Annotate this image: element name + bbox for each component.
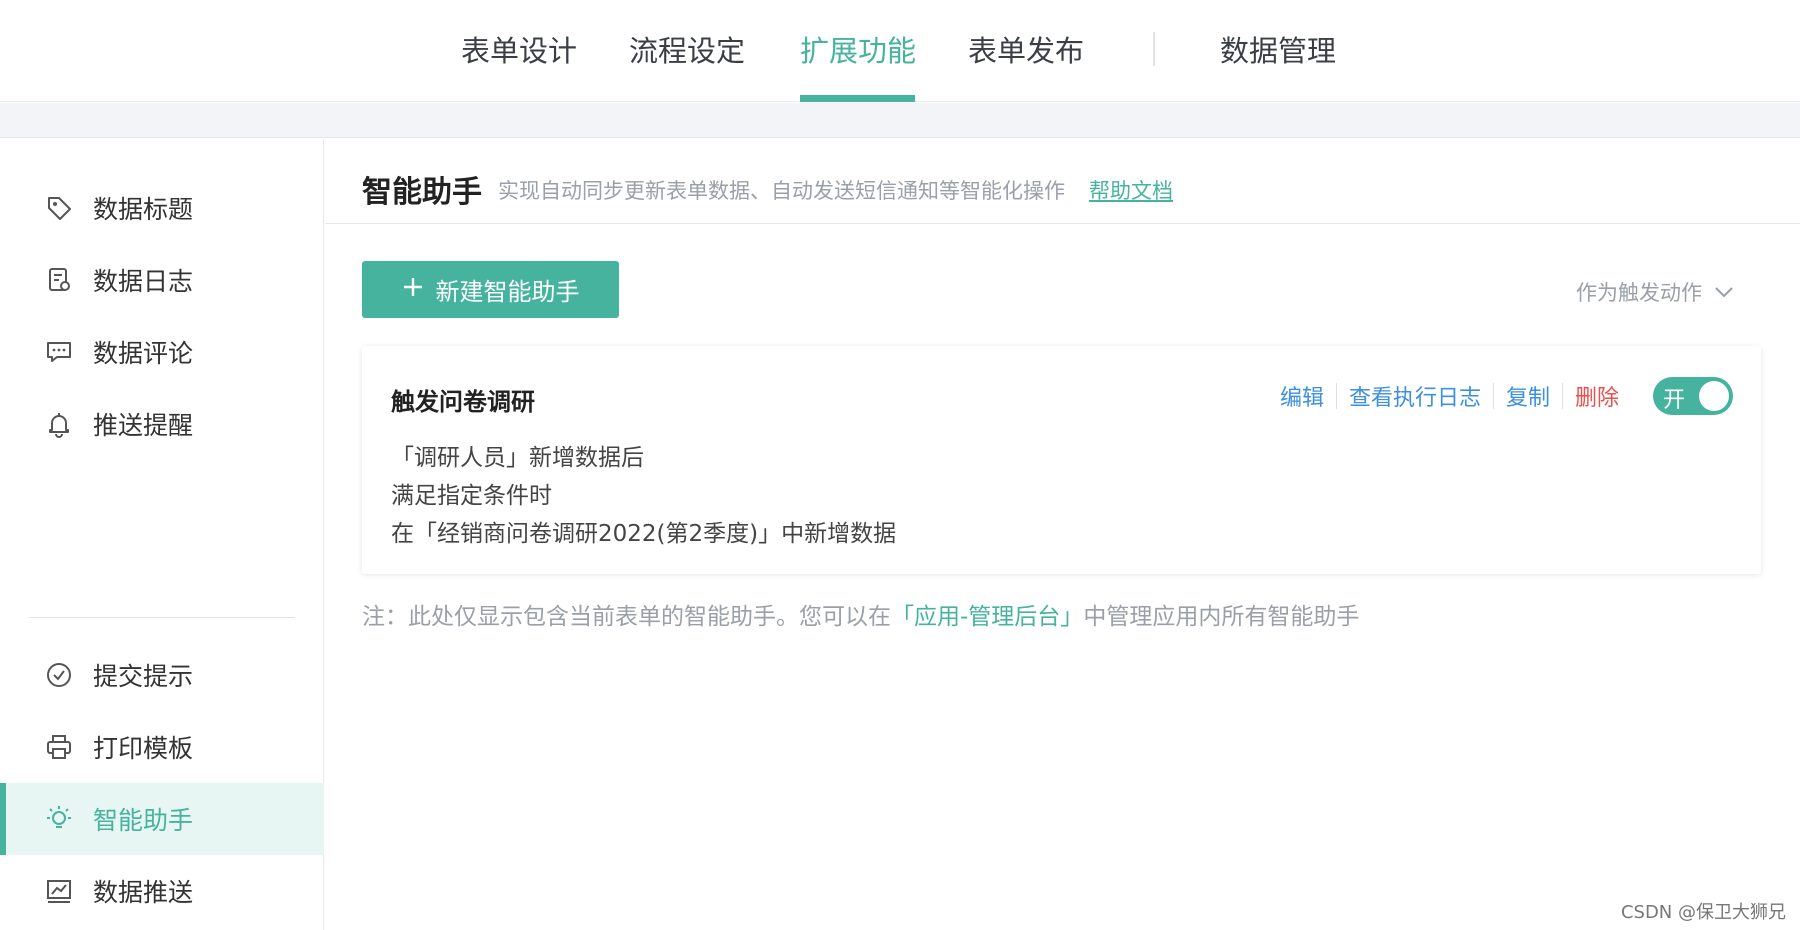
bell-icon [44,409,74,439]
sidebar: 数据标题 数据日志 数据评论 推送提醒 提交提示 打印模板 智能助手 数据推送 [0,139,324,930]
footnote: 注：此处仅显示包含当前表单的智能助手。您可以在「应用-管理后台」中管理应用内所有… [362,597,1359,631]
new-smart-assistant-button[interactable]: 新建智能助手 [362,261,619,318]
delete-button[interactable]: 删除 [1563,380,1631,412]
log-icon [44,265,74,295]
trigger-filter-label: 作为触发动作 [1576,281,1702,305]
header-spacer [0,103,1800,138]
note-suffix: 中管理应用内所有智能助手 [1083,604,1360,630]
sidebar-item-label: 数据评论 [93,339,194,368]
tab-form-publish[interactable]: 表单发布 [968,28,1084,70]
assistant-action-line: 在「经销商问卷调研2022(第2季度)」中新增数据 [391,521,897,547]
plus-icon [402,276,424,304]
watermark: CSDN @保卫大狮兄 [1620,902,1786,923]
assistant-title: 触发问卷调研 [391,388,535,416]
sidebar-item-label: 打印模板 [93,734,194,763]
sidebar-item-smart-assistant[interactable]: 智能助手 [0,783,324,855]
enable-toggle[interactable]: 开 [1653,377,1733,415]
tab-extensions[interactable]: 扩展功能 [800,28,916,70]
card-actions: 编辑 查看执行日志 复制 删除 [1268,380,1631,412]
sidebar-item-label: 数据标题 [93,195,194,224]
active-tab-indicator [800,95,915,102]
tab-data-management[interactable]: 数据管理 [1220,28,1336,70]
assistant-trigger-line: 「调研人员」新增数据后 [391,445,644,471]
tag-icon [44,193,74,223]
tab-form-design[interactable]: 表单设计 [461,28,577,70]
sidebar-item-label: 数据日志 [93,267,194,296]
comment-icon [44,337,74,367]
sidebar-item-data-comment[interactable]: 数据评论 [0,316,324,388]
sidebar-item-label: 提交提示 [93,662,194,691]
view-log-button[interactable]: 查看执行日志 [1337,380,1493,412]
assistant-card: 触发问卷调研 「调研人员」新增数据后 满足指定条件时 在「经销商问卷调研2022… [362,346,1761,574]
printer-icon [44,732,74,762]
sidebar-item-label: 推送提醒 [93,411,194,440]
check-circle-icon [44,660,74,690]
page-description: 实现自动同步更新表单数据、自动发送短信通知等智能化操作 [498,179,1065,203]
sidebar-item-data-push[interactable]: 数据推送 [0,855,324,927]
lightbulb-icon [44,804,74,834]
page-title: 智能助手 [362,175,482,210]
sidebar-divider [29,617,295,618]
sidebar-item-submit-hint[interactable]: 提交提示 [0,639,324,711]
tab-process-settings[interactable]: 流程设定 [629,28,745,70]
sidebar-item-label: 智能助手 [93,806,194,835]
copy-button[interactable]: 复制 [1494,380,1562,412]
help-doc-link[interactable]: 帮助文档 [1089,175,1173,205]
note-prefix: 注：此处仅显示包含当前表单的智能助手。您可以在 [362,604,891,630]
admin-backend-link[interactable]: 「应用-管理后台」 [891,604,1083,630]
section-header: 智能助手 实现自动同步更新表单数据、自动发送短信通知等智能化操作 帮助文档 [325,139,1800,224]
edit-button[interactable]: 编辑 [1268,380,1336,412]
assistant-condition-line: 满足指定条件时 [391,483,552,509]
sidebar-item-data-log[interactable]: 数据日志 [0,244,324,316]
toggle-knob [1699,381,1729,411]
sidebar-item-print-template[interactable]: 打印模板 [0,711,324,783]
sidebar-item-label: 数据推送 [93,878,194,907]
toggle-label: 开 [1663,388,1686,413]
chart-icon [44,876,74,906]
nav-divider [1153,32,1155,66]
new-button-label: 新建智能助手 [435,278,580,306]
sidebar-item-data-title[interactable]: 数据标题 [0,172,324,244]
chevron-down-icon [1714,280,1734,304]
trigger-action-dropdown[interactable]: 作为触发动作 [1576,277,1734,307]
sidebar-item-push-reminder[interactable]: 推送提醒 [0,388,324,460]
top-navigation: 表单设计 流程设定 扩展功能 表单发布 数据管理 [0,0,1800,102]
